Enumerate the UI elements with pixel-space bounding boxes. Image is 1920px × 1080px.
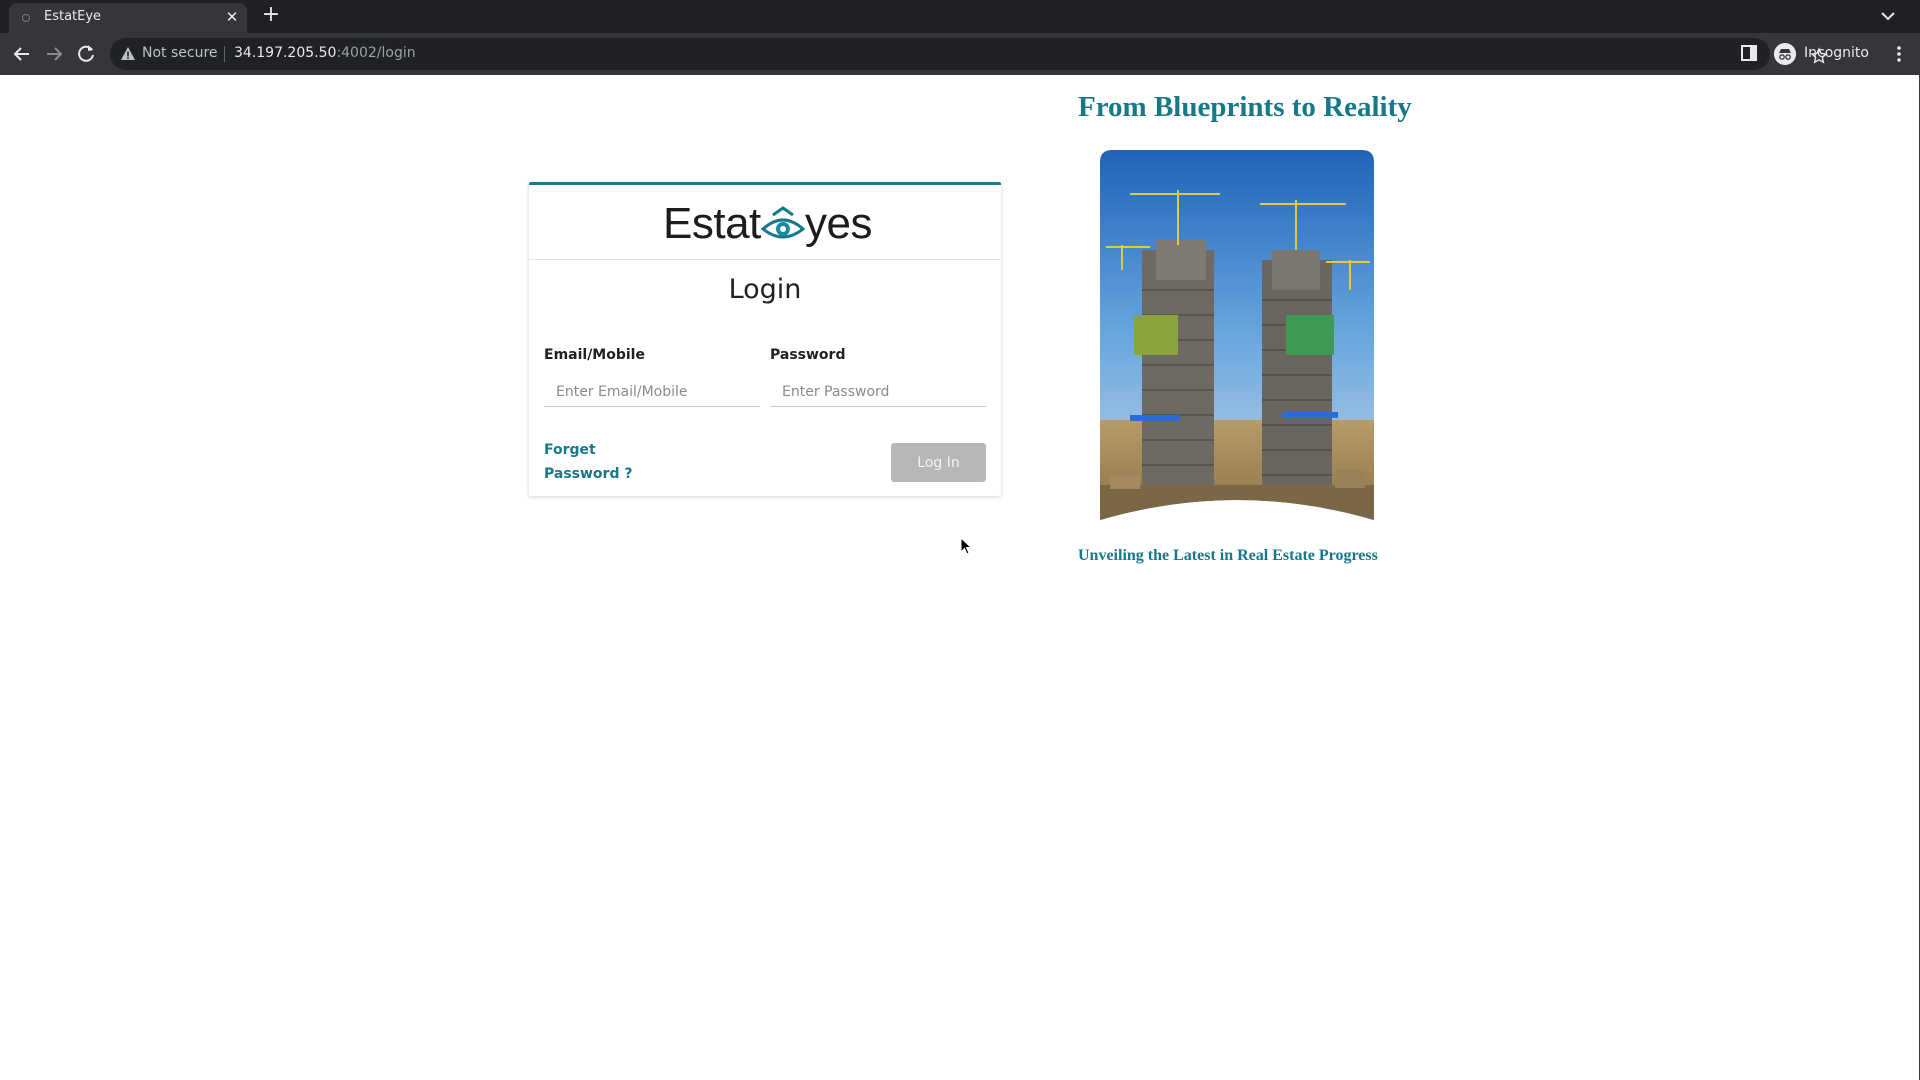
login-card: Estat yes Login Email/Mobile Password Fo… <box>529 182 1001 496</box>
favicon-icon <box>22 14 30 22</box>
back-icon[interactable] <box>10 42 34 66</box>
promo-title: From Blueprints to Reality <box>1078 91 1412 123</box>
security-status[interactable]: Not secure <box>142 45 218 61</box>
card-header: Estat yes <box>529 185 1001 260</box>
menu-icon[interactable] <box>1891 43 1907 65</box>
mouse-cursor-icon <box>960 537 973 555</box>
address-bar[interactable]: Not secure 34.197.205.50:4002/login <box>110 38 1828 70</box>
incognito-icon <box>1774 43 1796 65</box>
url-path: :4002/login <box>336 45 416 61</box>
url-host: 34.197.205.50 <box>234 45 337 61</box>
password-label: Password <box>770 347 846 363</box>
login-title: Login <box>728 274 802 305</box>
forgot-line-1: Forget <box>544 442 596 458</box>
email-label: Email/Mobile <box>544 347 645 363</box>
logo-prefix: Estat <box>663 199 761 248</box>
email-field[interactable] <box>544 377 760 407</box>
logo-suffix: yes <box>805 199 872 248</box>
forgot-password-link[interactable]: Forget Password ? <box>544 438 654 486</box>
login-button[interactable]: Log In <box>891 443 986 482</box>
omnibox-divider <box>224 46 225 62</box>
close-icon[interactable]: ✕ <box>223 8 241 26</box>
browser-tab[interactable]: EstatEye ✕ <box>9 3 247 33</box>
incognito-profile-button[interactable]: Incognito <box>1771 41 1883 67</box>
construction-towers-image <box>1100 150 1374 520</box>
page-viewport: Estat yes Login Email/Mobile Password Fo… <box>0 75 1920 1080</box>
browser-toolbar: Not secure 34.197.205.50:4002/login Inco… <box>0 33 1920 75</box>
promo-caption: Unveiling the Latest in Real Estate Prog… <box>1078 547 1378 564</box>
side-panel-icon[interactable] <box>1741 45 1757 61</box>
warning-icon[interactable] <box>120 46 136 62</box>
forgot-line-2: Password ? <box>544 466 633 482</box>
estateyes-logo: Estat yes <box>663 201 873 247</box>
reload-icon[interactable] <box>74 42 98 66</box>
incognito-label: Incognito <box>1804 45 1869 61</box>
tab-title: EstatEye <box>44 9 102 24</box>
chevron-down-icon[interactable] <box>1876 6 1900 26</box>
url-text[interactable]: 34.197.205.50:4002/login <box>234 45 416 61</box>
forward-icon[interactable] <box>42 42 66 66</box>
browser-tab-strip: EstatEye ✕ + <box>0 0 1920 33</box>
eye-logo-icon <box>761 206 805 239</box>
password-field[interactable] <box>770 377 986 407</box>
plus-icon[interactable]: + <box>259 3 283 27</box>
